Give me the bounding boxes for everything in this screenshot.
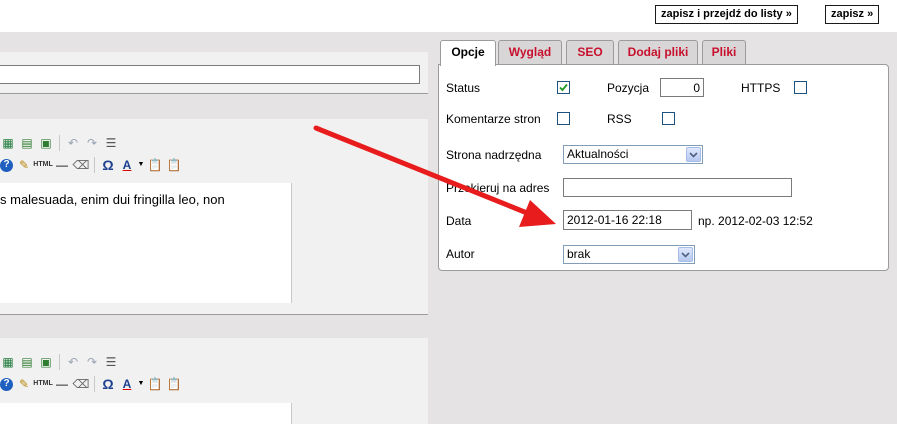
toolbar-separator	[59, 354, 60, 370]
title-input[interactable]	[0, 65, 420, 84]
redirect-input[interactable]	[563, 178, 792, 197]
chevron-down-icon[interactable]	[678, 247, 693, 262]
paste-text-icon[interactable]: 📋	[166, 157, 182, 173]
redo-icon[interactable]: ↷	[84, 354, 100, 370]
toolbar-separator	[94, 376, 95, 392]
paste-word-icon[interactable]: 📋	[147, 376, 163, 392]
horizontal-rule-icon[interactable]: —	[54, 376, 70, 392]
redirect-label: Przekieruj na adres	[446, 181, 550, 195]
rss-checkbox[interactable]	[662, 112, 675, 125]
image-icon[interactable]: ▦	[0, 135, 16, 151]
undo-icon[interactable]: ↶	[65, 135, 81, 151]
rss-label: RSS	[607, 112, 632, 126]
position-input[interactable]	[660, 78, 704, 97]
cleanup-brush-icon[interactable]: ✎	[16, 376, 32, 392]
special-char-icon[interactable]: Ω	[100, 376, 116, 392]
html-source-icon[interactable]: HTML	[33, 376, 52, 392]
tab-opcje[interactable]: Opcje	[440, 40, 496, 66]
html-source-icon[interactable]: HTML	[33, 157, 52, 173]
comments-label: Komentarze stron	[446, 112, 541, 126]
status-checkbox[interactable]	[557, 81, 570, 94]
tab-pliki[interactable]: Pliki	[702, 40, 746, 64]
status-label: Status	[446, 81, 481, 95]
editor-1-content[interactable]: s malesuada, enim dui fringilla leo, non	[0, 183, 292, 303]
position-label: Pozycja	[607, 81, 650, 95]
editor-2-content[interactable]	[0, 403, 292, 424]
help-icon[interactable]: ?	[0, 377, 13, 391]
https-checkbox[interactable]	[794, 81, 807, 94]
eraser-icon[interactable]: ⌫	[73, 376, 90, 392]
https-label: HTTPS	[741, 81, 781, 95]
editor-1-toolbar: ▦ ▤ ▣ ↶ ↷ ☰ ? ✎ HTML — ⌫ Ω A ▼ 📋 📋	[0, 132, 292, 182]
picture-icon[interactable]: ▣	[38, 354, 54, 370]
film-icon[interactable]: ▤	[19, 354, 35, 370]
editor-2-toolbar: ▦ ▤ ▣ ↶ ↷ ☰ ? ✎ HTML — ⌫ Ω A ▼ 📋 📋	[0, 351, 292, 401]
page-break-icon[interactable]: ☰	[103, 354, 119, 370]
paste-text-icon[interactable]: 📋	[166, 376, 182, 392]
paste-word-icon[interactable]: 📋	[147, 157, 163, 173]
date-input[interactable]	[563, 210, 692, 230]
toolbar-separator	[59, 135, 60, 151]
film-icon[interactable]: ▤	[19, 135, 35, 151]
comments-checkbox[interactable]	[557, 112, 570, 125]
parent-page-label: Strona nadrzędna	[446, 148, 542, 162]
horizontal-rule-icon[interactable]: —	[54, 157, 70, 173]
font-color-icon[interactable]: A	[119, 157, 135, 173]
help-icon[interactable]: ?	[0, 158, 13, 172]
parent-page-value: Aktualności	[567, 147, 629, 161]
picture-icon[interactable]: ▣	[38, 135, 54, 151]
author-label: Autor	[446, 247, 475, 261]
undo-icon[interactable]: ↶	[65, 354, 81, 370]
date-hint: np. 2012-02-03 12:52	[698, 214, 813, 228]
tab-dodaj-pliki[interactable]: Dodaj pliki	[618, 40, 698, 64]
date-label: Data	[446, 214, 472, 228]
parent-page-select[interactable]: Aktualności	[563, 145, 703, 164]
image-icon[interactable]: ▦	[0, 354, 16, 370]
checkmark-icon	[559, 83, 568, 92]
special-char-icon[interactable]: Ω	[100, 157, 116, 173]
cleanup-brush-icon[interactable]: ✎	[16, 157, 32, 173]
toolbar-separator	[94, 157, 95, 173]
chevron-down-icon[interactable]	[686, 147, 701, 162]
tab-seo[interactable]: SEO	[566, 40, 614, 64]
editor-1-text: s malesuada, enim dui fringilla leo, non	[0, 192, 225, 207]
chevron-down-icon[interactable]: ▼	[138, 157, 145, 173]
save-button[interactable]: zapisz »	[825, 5, 880, 24]
page-break-icon[interactable]: ☰	[103, 135, 119, 151]
font-color-icon[interactable]: A	[119, 376, 135, 392]
author-value: brak	[567, 247, 591, 261]
redo-icon[interactable]: ↷	[84, 135, 100, 151]
save-and-list-button[interactable]: zapisz i przejdź do listy »	[655, 5, 798, 24]
chevron-down-icon[interactable]: ▼	[138, 376, 145, 392]
eraser-icon[interactable]: ⌫	[73, 157, 90, 173]
tab-wyglad[interactable]: Wygląd	[498, 40, 562, 64]
author-select[interactable]: brak	[563, 245, 695, 264]
